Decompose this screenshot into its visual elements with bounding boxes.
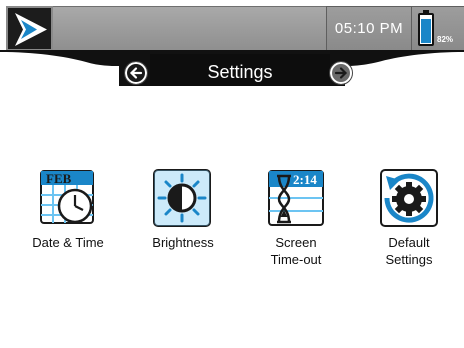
brightness-icon — [152, 168, 214, 230]
calendar-month: FEB — [46, 171, 72, 186]
arrow-left-icon — [129, 67, 143, 79]
settings-item-date-time[interactable]: FEB Date & Time — [18, 168, 118, 251]
battery-icon — [418, 10, 434, 46]
back-arrow-button[interactable] — [124, 61, 148, 85]
forward-arrow-button[interactable] — [329, 61, 353, 85]
settings-item-brightness[interactable]: Brightness — [133, 168, 233, 251]
hourglass-timer-icon: 2:14 — [265, 168, 327, 230]
settings-item-screen-timeout[interactable]: 2:14 Screen Time-out — [246, 168, 346, 268]
settings-item-label: Screen Time-out — [270, 235, 322, 267]
battery-indicator: 82% — [412, 6, 464, 51]
app-logo[interactable] — [6, 6, 53, 51]
timer-readout: 2:14 — [293, 172, 317, 187]
page-title: Settings — [207, 62, 273, 82]
settings-item-label: Default Settings — [385, 235, 433, 267]
battery-fill — [421, 19, 431, 43]
settings-item-label: Date & Time — [32, 235, 104, 250]
arrow-right-icon — [334, 67, 348, 79]
status-title-strip — [53, 6, 328, 51]
settings-item-default-settings[interactable]: Default Settings — [359, 168, 459, 268]
calendar-clock-icon: FEB — [37, 168, 99, 230]
clock: 05:10 PM — [326, 6, 412, 51]
settings-item-label: Brightness — [152, 235, 214, 250]
logo-arrow-icon — [15, 13, 47, 46]
battery-percent: 82% — [437, 35, 454, 44]
reset-gear-icon — [378, 168, 440, 230]
